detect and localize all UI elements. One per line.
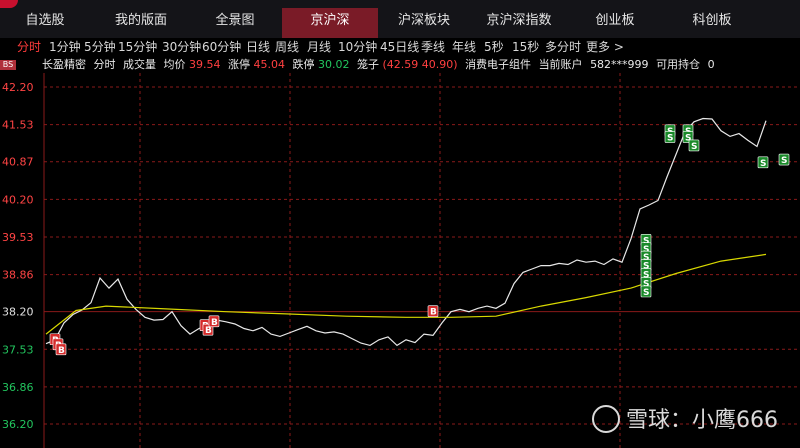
y-tick-label: 37.53	[2, 343, 34, 356]
stock-name: 长盈精密	[42, 58, 86, 71]
y-tick-label: 36.86	[2, 381, 34, 394]
y-tick-label: 38.20	[2, 306, 34, 319]
top-navigation: 自选股 我的版面 全景图 京沪深 沪深板块 京沪深指数 创业板 科创板	[0, 0, 800, 39]
trade-marker-label: S	[691, 142, 697, 152]
account-value[interactable]: 582***999	[590, 58, 649, 71]
sector-label[interactable]: 消费电子组件	[465, 58, 531, 71]
watermark-text: 雪球：小鹰666	[626, 408, 778, 433]
nav-tab[interactable]: 自选股	[0, 8, 90, 38]
nav-tab[interactable]: 京沪深	[282, 8, 378, 38]
limit-down-label: 跌停	[292, 58, 315, 71]
avg-price-label: 均价	[163, 58, 186, 71]
avg-price-line	[45, 253, 767, 335]
trade-marker-label: S	[667, 134, 673, 144]
trade-marker-label: S	[760, 159, 766, 169]
trade-marker-label: S	[643, 288, 649, 298]
period-option[interactable]: 分时	[17, 38, 41, 56]
period-option[interactable]: 60分钟	[202, 38, 241, 56]
volume-label[interactable]: 成交量	[123, 58, 156, 71]
snowball-logo-icon	[592, 405, 620, 433]
period-option[interactable]: 30分钟	[162, 38, 201, 56]
y-tick-label: 40.20	[2, 193, 34, 206]
trade-marker-label: B	[430, 308, 437, 318]
period-option[interactable]: 更多 >	[586, 38, 624, 56]
period-option[interactable]: 年线	[452, 38, 476, 56]
nav-tab[interactable]: 创业板	[568, 8, 662, 38]
period-option[interactable]: 周线	[275, 38, 299, 56]
period-option[interactable]: 15秒	[512, 38, 539, 56]
trade-marker-label: B	[211, 318, 218, 328]
period-option[interactable]: 多分时	[545, 38, 581, 56]
period-option[interactable]: 10分钟	[338, 38, 377, 56]
y-tick-label: 42.20	[2, 81, 34, 94]
limit-up-label: 涨停	[228, 58, 250, 71]
watermark: 雪球：小鹰666	[592, 402, 778, 435]
y-tick-label: 38.86	[2, 269, 34, 282]
intraday-chart[interactable]: 42.20 41.53 40.87 40.20 39.53 38.86 38.20 37.53…	[0, 73, 800, 448]
avg-price-value: 39.54	[189, 58, 221, 71]
period-option[interactable]: 月线	[307, 38, 331, 56]
cage-value: (42.59 40.90)	[382, 58, 458, 71]
limit-up-value: 45.04	[253, 58, 286, 71]
period-option[interactable]: 季线	[421, 38, 445, 56]
y-tick-label: 40.87	[2, 156, 34, 169]
trade-marker-label: B	[58, 346, 65, 356]
period-option[interactable]: 1分钟	[49, 38, 81, 56]
period-option[interactable]: 5秒	[484, 38, 504, 56]
y-tick-label: 39.53	[2, 231, 34, 244]
app-logo	[0, 0, 18, 8]
y-tick-label: 41.53	[2, 119, 34, 132]
nav-tab[interactable]: 我的版面	[95, 8, 187, 38]
account-label: 当前账户	[538, 58, 583, 71]
period-option[interactable]: 5分钟	[84, 38, 116, 56]
cage-label: 笼子	[357, 58, 379, 71]
nav-tab[interactable]: 科创板	[665, 8, 759, 38]
stock-info-bar: 长盈精密 分时 成交量 均价 39.54 涨停 45.04 跌停 30.02 笼…	[0, 57, 800, 73]
nav-tab[interactable]: 京沪深指数	[472, 8, 566, 38]
trade-marker-label: S	[781, 156, 787, 166]
period-option[interactable]: 15分钟	[118, 38, 157, 56]
period-option[interactable]: 日线	[246, 38, 270, 56]
chart-mode: 分时	[93, 58, 116, 71]
period-toolbar: 分时 1分钟 5分钟 15分钟 30分钟 60分钟 日线 周线 月线 10分钟 45日线 季线 年线 5秒…	[0, 38, 800, 56]
limit-down-value: 30.02	[318, 58, 350, 71]
period-option[interactable]: 45日线	[380, 38, 419, 56]
position-value: 0	[707, 58, 715, 71]
position-label: 可用持仓	[656, 58, 701, 71]
nav-tab[interactable]: 全景图	[190, 8, 280, 38]
nav-tab[interactable]: 沪深板块	[378, 8, 470, 38]
y-tick-label: 36.20	[2, 418, 34, 431]
